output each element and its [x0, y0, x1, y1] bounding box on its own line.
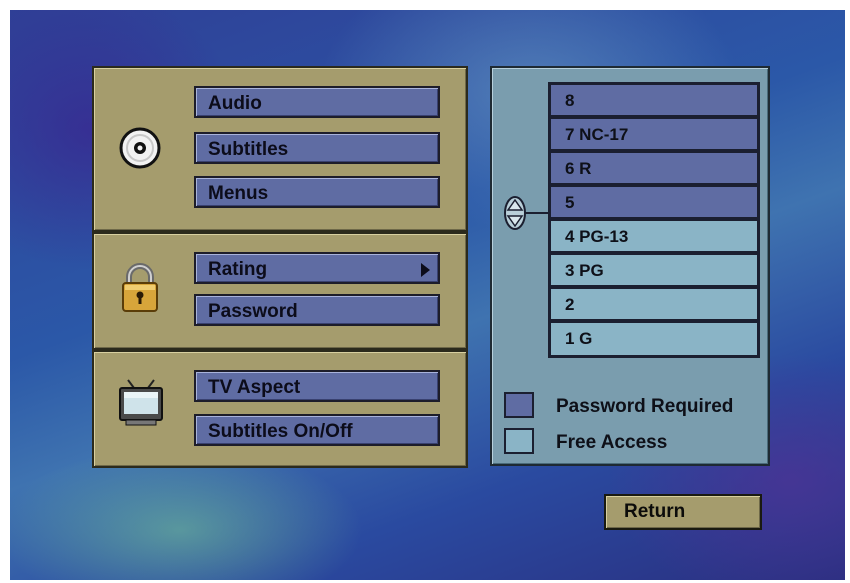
audio-button[interactable]: Audio	[194, 86, 440, 118]
subtitles-on-off-button[interactable]: Subtitles On/Off	[194, 414, 440, 446]
up-down-arrow-icon[interactable]	[504, 196, 526, 235]
free-access-label: Free Access	[556, 432, 668, 453]
rating-level-2[interactable]: 2	[551, 289, 757, 321]
rating-level-list: 8 7 NC-17 6 R 5 4 PG-13 3 PG 2 1 G	[548, 82, 760, 358]
audio-button-label: Audio	[208, 93, 262, 114]
disc-icon	[118, 126, 162, 175]
setup-menu-panel: Audio Subtitles Menus Rating Password TV…	[92, 66, 468, 468]
subtitles-button-label: Subtitles	[208, 139, 289, 160]
rating-button-label: Rating	[208, 259, 268, 280]
return-button[interactable]: Return	[604, 494, 762, 530]
parental-control-section: Rating Password	[92, 232, 468, 350]
submenu-arrow-icon	[421, 263, 430, 277]
return-button-label: Return	[624, 501, 686, 522]
padlock-icon	[120, 262, 160, 319]
subtitles-on-off-button-label: Subtitles On/Off	[208, 421, 353, 442]
free-access-swatch	[504, 428, 534, 454]
disc-settings-section: Audio Subtitles Menus	[92, 66, 468, 232]
tv-aspect-button[interactable]: TV Aspect	[194, 370, 440, 402]
dvd-setup-screen: Audio Subtitles Menus Rating Password TV…	[10, 10, 845, 580]
rating-level-4[interactable]: 4 PG-13	[551, 221, 757, 253]
subtitles-button[interactable]: Subtitles	[194, 132, 440, 164]
rating-panel: 8 7 NC-17 6 R 5 4 PG-13 3 PG 2 1 G Passw…	[490, 66, 770, 466]
rating-button[interactable]: Rating	[194, 252, 440, 284]
password-button-label: Password	[208, 301, 298, 322]
rating-level-6[interactable]: 6 R	[551, 153, 757, 185]
menus-button-label: Menus	[208, 183, 269, 204]
rating-level-8[interactable]: 8	[551, 85, 757, 117]
password-required-label: Password Required	[556, 396, 734, 417]
menus-button[interactable]: Menus	[194, 176, 440, 208]
password-required-swatch	[504, 392, 534, 418]
rating-level-1[interactable]: 1 G	[551, 323, 757, 355]
rating-level-7[interactable]: 7 NC-17	[551, 119, 757, 151]
display-settings-section: TV Aspect Subtitles On/Off	[92, 350, 468, 468]
password-button[interactable]: Password	[194, 294, 440, 326]
rating-level-5[interactable]: 5	[551, 187, 757, 219]
rating-level-3[interactable]: 3 PG	[551, 255, 757, 287]
tv-aspect-button-label: TV Aspect	[208, 377, 301, 398]
television-icon	[116, 378, 166, 433]
level-connector	[524, 212, 548, 214]
